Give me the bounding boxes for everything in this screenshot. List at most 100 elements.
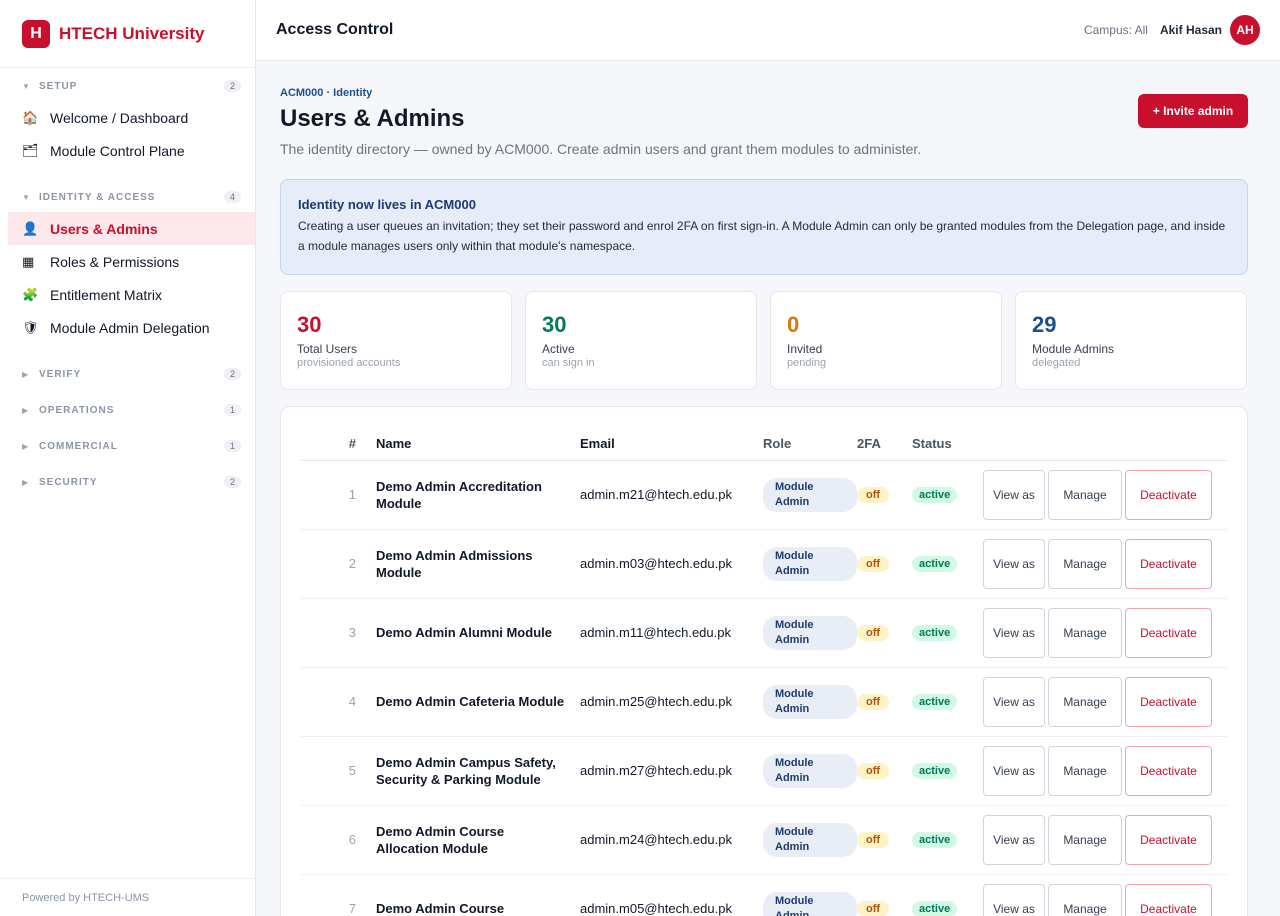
deactivate-button[interactable]: Deactivate xyxy=(1125,745,1212,796)
col-header-role[interactable]: Role xyxy=(763,427,857,461)
twofa-cell: off xyxy=(857,736,912,806)
status-badge: active xyxy=(912,763,958,779)
manage-button[interactable]: Manage xyxy=(1048,538,1122,589)
stat-sublabel: provisioned accounts xyxy=(297,357,401,369)
sidebar-item-entitlement-matrix[interactable]: 🧩 Entitlement Matrix xyxy=(8,278,255,311)
col-header-name[interactable]: Name xyxy=(376,427,580,461)
topbar: Access Control Campus: All Akif Hasan AH xyxy=(256,0,1280,61)
sidebar-item-module-control-plane[interactable]: 🗂 Module Control Plane xyxy=(8,134,255,167)
caret-right-icon: ▶ xyxy=(22,477,29,487)
users-table: # Name Email Role 2FA Status 1 Demo Admin… xyxy=(301,427,1228,916)
brand-logo-icon: H xyxy=(22,19,50,48)
role-cell: Module Admin xyxy=(763,874,857,916)
status-cell: active xyxy=(912,874,983,916)
twofa-badge: off xyxy=(857,487,890,503)
manage-button[interactable]: Manage xyxy=(1048,814,1122,865)
twofa-cell: off xyxy=(857,805,912,875)
sidebar-item-label: Welcome / Dashboard xyxy=(50,109,189,126)
twofa-badge: off xyxy=(857,832,890,848)
avatar[interactable]: AH xyxy=(1230,15,1260,45)
role-cell: Module Admin xyxy=(763,667,857,737)
actions-cell: View as Manage Deactivate xyxy=(983,667,1228,737)
stat-sublabel: delegated xyxy=(1032,357,1081,369)
view-as-button[interactable]: View as xyxy=(983,745,1045,796)
manage-button[interactable]: Manage xyxy=(1048,883,1122,916)
twofa-cell: off xyxy=(857,529,912,599)
table-row: 6 Demo Admin Course Allocation Module admi… xyxy=(301,805,1228,875)
user-name-cell: Demo Admin Cafeteria Module xyxy=(376,667,580,737)
user-name-cell: Demo Admin Admissions Module xyxy=(376,529,580,599)
deactivate-button[interactable]: Deactivate xyxy=(1125,469,1212,520)
view-as-button[interactable]: View as xyxy=(983,607,1045,658)
campus-selector[interactable]: Campus: All xyxy=(1084,23,1148,37)
sidebar-section-identity-access[interactable]: ▼ IDENTITY & ACCESS 4 xyxy=(0,189,255,205)
row-number: 6 xyxy=(301,805,376,875)
sidebar-section-count: 4 xyxy=(223,191,241,203)
deactivate-button[interactable]: Deactivate xyxy=(1125,607,1212,658)
actions-cell: View as Manage Deactivate xyxy=(983,874,1228,916)
deactivate-button[interactable]: Deactivate xyxy=(1125,538,1212,589)
sidebar-item-users-admins[interactable]: 👤 Users & Admins xyxy=(8,212,255,245)
sidebar-section-setup[interactable]: ▼ SETUP 2 xyxy=(0,78,255,94)
stat-value: 29 xyxy=(1032,312,1057,337)
deactivate-button[interactable]: Deactivate xyxy=(1125,814,1212,865)
manage-button[interactable]: Manage xyxy=(1048,676,1122,727)
caret-right-icon: ▶ xyxy=(22,405,29,415)
view-as-button[interactable]: View as xyxy=(983,538,1045,589)
sidebar-section-verify[interactable]: ▶ VERIFY 2 xyxy=(0,366,255,382)
sidebar-section-operations[interactable]: ▶ OPERATIONS 1 xyxy=(0,402,255,418)
sidebar-item-module-admin-delegation[interactable]: 🛡 Module Admin Delegation xyxy=(8,311,255,344)
main-content: ACM000 · Identity Users & Admins + Invit… xyxy=(280,61,1248,916)
banner-title: Identity now lives in ACM000 xyxy=(298,197,476,212)
manage-button[interactable]: Manage xyxy=(1048,607,1122,658)
user-email-cell: admin.m03@htech.edu.pk xyxy=(580,529,763,599)
col-header-2fa[interactable]: 2FA xyxy=(857,427,912,461)
user-name-cell: Demo Admin Course xyxy=(376,874,580,916)
view-as-button[interactable]: View as xyxy=(983,469,1045,520)
row-number: 4 xyxy=(301,667,376,737)
sidebar-item-label: Module Admin Delegation xyxy=(50,319,210,336)
caret-right-icon: ▶ xyxy=(22,441,29,451)
twofa-badge: off xyxy=(857,556,890,572)
deactivate-button[interactable]: Deactivate xyxy=(1125,883,1212,916)
user-email-cell: admin.m21@htech.edu.pk xyxy=(580,460,763,530)
sidebar-section-count: 2 xyxy=(223,80,241,92)
role-badge: Module Admin xyxy=(763,546,857,581)
invite-admin-button[interactable]: + Invite admin xyxy=(1138,94,1248,128)
twofa-cell: off xyxy=(857,460,912,530)
view-as-button[interactable]: View as xyxy=(983,814,1045,865)
info-banner: Identity now lives in ACM000 Creating a … xyxy=(280,179,1248,275)
sidebar-section-count: 1 xyxy=(223,440,241,452)
user-name[interactable]: Akif Hasan xyxy=(1160,23,1222,37)
status-badge: active xyxy=(912,556,958,572)
col-header-status[interactable]: Status xyxy=(912,427,983,461)
sidebar-section-security[interactable]: ▶ SECURITY 2 xyxy=(0,474,255,490)
deactivate-button[interactable]: Deactivate xyxy=(1125,676,1212,727)
view-as-button[interactable]: View as xyxy=(983,676,1045,727)
manage-button[interactable]: Manage xyxy=(1048,469,1122,520)
manage-button[interactable]: Manage xyxy=(1048,745,1122,796)
puzzle-icon: 🧩 xyxy=(22,286,39,302)
table-row: 3 Demo Admin Alumni Module admin.m11@htech… xyxy=(301,598,1228,668)
row-number: 7 xyxy=(301,874,376,916)
view-as-button[interactable]: View as xyxy=(983,883,1045,916)
brand[interactable]: H HTECH University xyxy=(0,0,255,68)
status-cell: active xyxy=(912,667,983,737)
stat-card-active: 30 Active can sign in xyxy=(525,291,757,390)
caret-right-icon: ▶ xyxy=(22,369,29,379)
status-cell: active xyxy=(912,529,983,599)
stat-value: 0 xyxy=(787,312,800,337)
twofa-badge: off xyxy=(857,763,890,779)
col-header-email[interactable]: Email xyxy=(580,427,763,461)
sidebar-item-roles-permissions[interactable]: ▦ Roles & Permissions xyxy=(8,245,255,278)
stats-row: 30 Total Users provisioned accounts 30 Activ… xyxy=(280,291,1248,390)
row-number: 5 xyxy=(301,736,376,806)
table-row: 7 Demo Admin Course admin.m05@htech.edu.pk… xyxy=(301,874,1228,916)
sidebar-item-welcome-dashboard[interactable]: 🏠 Welcome / Dashboard xyxy=(8,101,255,134)
table-row: 2 Demo Admin Admissions Module admin.m03@h… xyxy=(301,529,1228,599)
role-badge: Module Admin xyxy=(763,891,857,916)
table-header-row: # Name Email Role 2FA Status xyxy=(301,427,1228,461)
page-subtitle: The identity directory — owned by ACM000… xyxy=(280,141,922,157)
sidebar-section-commercial[interactable]: ▶ COMMERCIAL 1 xyxy=(0,438,255,454)
twofa-badge: off xyxy=(857,625,890,641)
